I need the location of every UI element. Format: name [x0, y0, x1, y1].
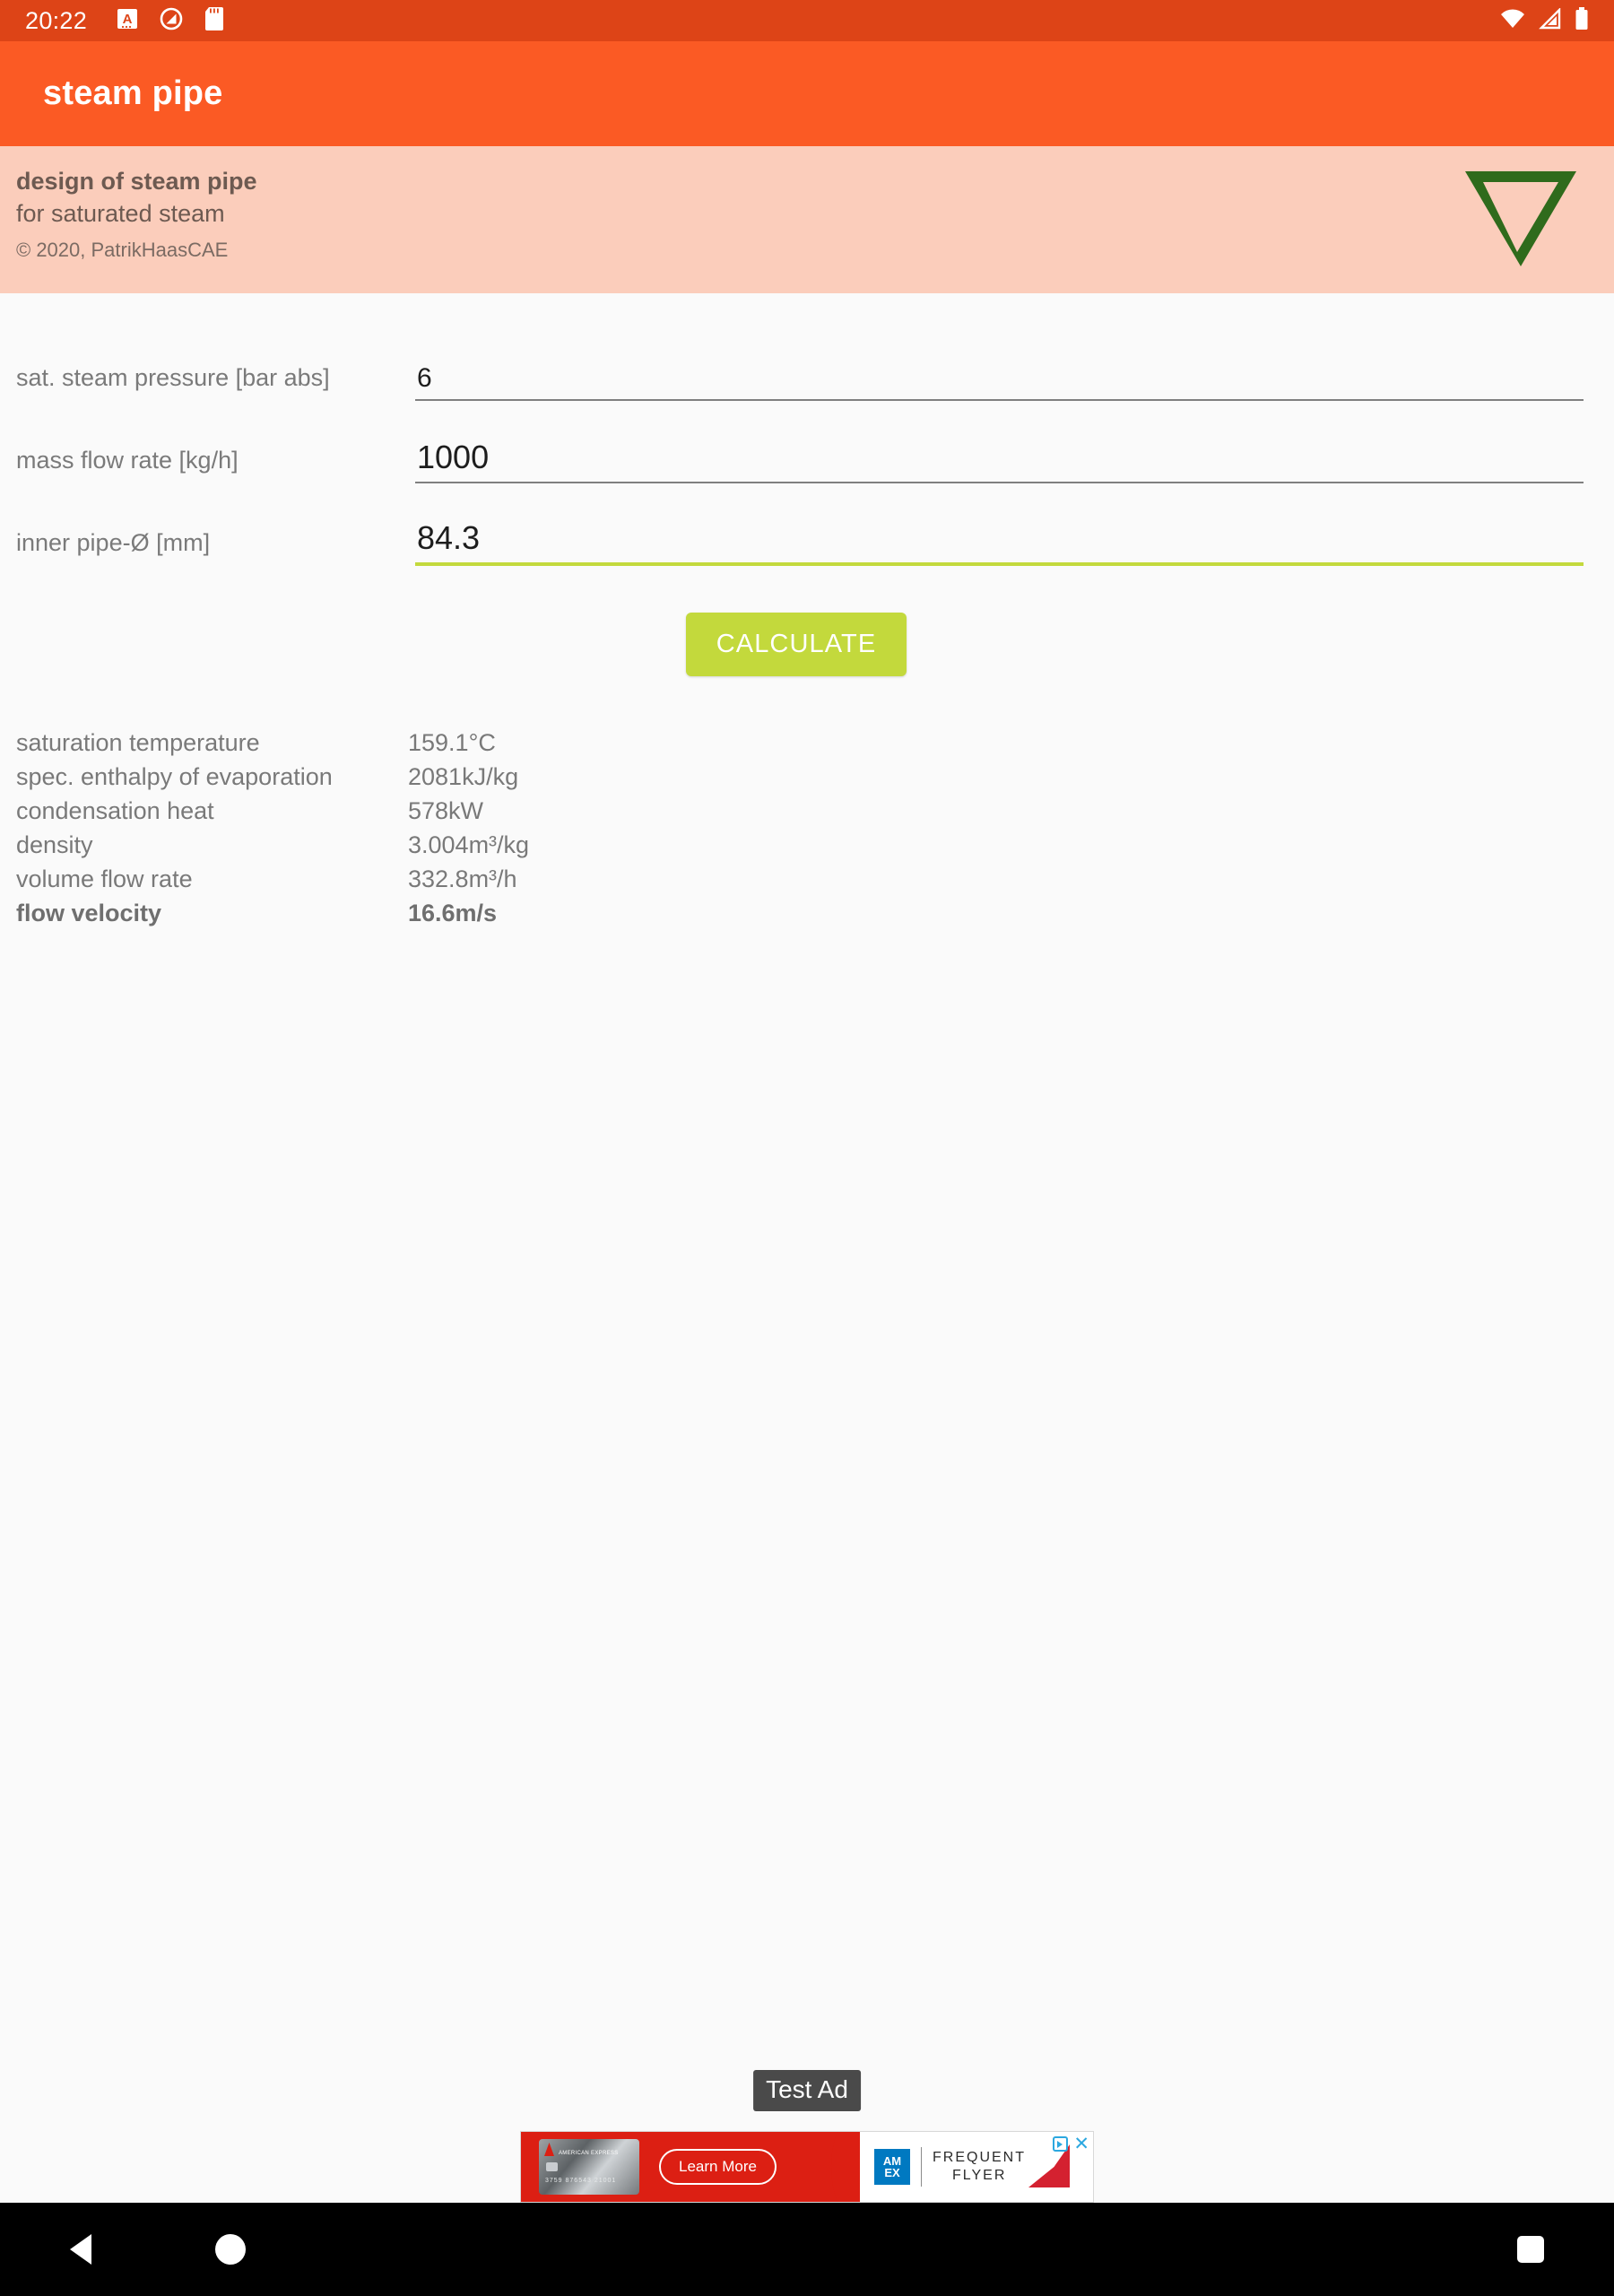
- banner-heading: design of steam pipe: [16, 168, 257, 195]
- result-label: volume flow rate: [16, 865, 193, 892]
- page-title: steam pipe: [43, 74, 223, 112]
- do-not-disturb-icon: [159, 6, 184, 36]
- underline-mass-flow-rate: [415, 482, 1584, 483]
- ad-banner[interactable]: AMERICAN EXPRESS 3759 876543 21001 Learn…: [520, 2131, 1094, 2203]
- close-icon[interactable]: ✕: [1073, 2135, 1089, 2153]
- input-wrap-mass-flow-rate: [415, 439, 1584, 492]
- result-label: flow velocity: [16, 899, 162, 926]
- result-label: spec. enthalpy of evaporation: [16, 762, 333, 790]
- result-row-volume-flow-rate: volume flow rate 332.8m³/h: [16, 862, 1614, 896]
- test-ad-label: Test Ad: [753, 2070, 861, 2111]
- result-row-density: density 3.004m³/kg: [16, 828, 1614, 862]
- card-number-text: 3759 876543 21001: [545, 2178, 617, 2184]
- result-label: saturation temperature: [16, 728, 260, 756]
- learn-more-button[interactable]: Learn More: [659, 2149, 777, 2185]
- mass-flow-rate-input[interactable]: [415, 439, 1584, 482]
- banner-subheading: for saturated steam: [16, 200, 225, 228]
- result-value: 332.8m³/h: [408, 865, 517, 892]
- calculate-button[interactable]: CALCULATE: [685, 613, 907, 676]
- result-row-condensation-heat: condensation heat 578kW: [16, 794, 1614, 828]
- amex-logo-icon: AM EX: [874, 2149, 910, 2185]
- card-brand-text: AMERICAN EXPRESS: [559, 2151, 619, 2156]
- home-button-icon[interactable]: [215, 2234, 246, 2265]
- input-form: sat. steam pressure [bar abs] mass flow …: [0, 293, 1614, 676]
- result-row-flow-velocity: flow velocity 16.6m/s: [16, 896, 1614, 930]
- banner-copyright: © 2020, PatrikHaasCAE: [16, 238, 229, 261]
- frequent-flyer-text: FREQUENT FLYER: [933, 2149, 1026, 2185]
- svg-text:A: A: [123, 12, 133, 27]
- result-value: 578kW: [408, 796, 484, 824]
- label-inner-pipe-diameter: inner pipe-Ø [mm]: [16, 528, 211, 556]
- nabla-triangle-logo-icon: [1458, 162, 1584, 270]
- status-left-icons: A: [116, 6, 225, 36]
- header-banner: design of steam pipe for saturated steam…: [0, 146, 1614, 293]
- system-navigation-bar: [0, 2203, 1614, 2296]
- field-row-mass-flow-rate: mass flow rate [kg/h]: [16, 410, 1584, 492]
- wifi-icon: [1499, 8, 1526, 34]
- label-mass-flow-rate: mass flow rate [kg/h]: [16, 446, 239, 474]
- result-row-saturation-temperature: saturation temperature 159.1°C: [16, 726, 1614, 760]
- ad-area: Test Ad AMERICAN EXPRESS 3759 876543 210…: [0, 2070, 1614, 2203]
- ad-controls: ✕: [1053, 2135, 1089, 2153]
- result-value: 2081kJ/kg: [408, 762, 519, 790]
- input-wrap-inner-pipe-diameter: [415, 519, 1584, 575]
- battery-icon: [1575, 6, 1589, 35]
- credit-card-image: AMERICAN EXPRESS 3759 876543 21001: [539, 2139, 639, 2195]
- sd-card-icon: [204, 6, 225, 36]
- result-value: 16.6m/s: [408, 899, 498, 926]
- inner-pipe-diameter-input[interactable]: [415, 519, 1584, 562]
- recents-button-icon[interactable]: [1517, 2236, 1544, 2263]
- result-value: 3.004m³/kg: [408, 831, 530, 858]
- result-row-spec-enthalpy: spec. enthalpy of evaporation 2081kJ/kg: [16, 760, 1614, 794]
- result-label: condensation heat: [16, 796, 214, 824]
- status-time: 20:22: [25, 6, 88, 34]
- underline-inner-pipe-diameter: [415, 562, 1584, 566]
- field-row-steam-pressure: sat. steam pressure [bar abs]: [16, 327, 1584, 410]
- back-button-icon[interactable]: [70, 2234, 91, 2265]
- status-right-icons: [1499, 6, 1598, 35]
- adchoices-icon[interactable]: [1053, 2136, 1069, 2152]
- steam-pressure-input[interactable]: [415, 363, 1584, 399]
- result-value: 159.1°C: [408, 728, 496, 756]
- app-root: 20:22 A steam pipe design of steam pipe …: [0, 0, 1614, 2296]
- calculate-button-row: CALCULATE: [16, 575, 1584, 676]
- status-bar: 20:22 A: [0, 0, 1614, 41]
- banner-text-block: design of steam pipe for saturated steam…: [16, 166, 257, 265]
- result-label: density: [16, 831, 93, 858]
- input-wrap-steam-pressure: [415, 363, 1584, 410]
- underline-steam-pressure: [415, 399, 1584, 401]
- amex-divider: [921, 2147, 922, 2187]
- ad-left-panel[interactable]: AMERICAN EXPRESS 3759 876543 21001 Learn…: [521, 2132, 860, 2202]
- qantas-logo-icon: [544, 2143, 554, 2156]
- results-list: saturation temperature 159.1°C spec. ent…: [0, 676, 1614, 930]
- amex-line-2: EX: [884, 2166, 900, 2179]
- frequent-flyer-line-1: FREQUENT: [933, 2150, 1026, 2165]
- field-row-inner-pipe-diameter: inner pipe-Ø [mm]: [16, 492, 1584, 575]
- frequent-flyer-line-2: FLYER: [952, 2168, 1007, 2183]
- cell-signal-icon: [1539, 6, 1562, 34]
- card-chip-icon: [546, 2162, 558, 2171]
- app-bar: steam pipe: [0, 41, 1614, 146]
- label-steam-pressure: sat. steam pressure [bar abs]: [16, 363, 330, 391]
- ad-right-panel[interactable]: AM EX FREQUENT FLYER ✕: [860, 2132, 1093, 2202]
- alphabet-a-icon: A: [116, 7, 139, 35]
